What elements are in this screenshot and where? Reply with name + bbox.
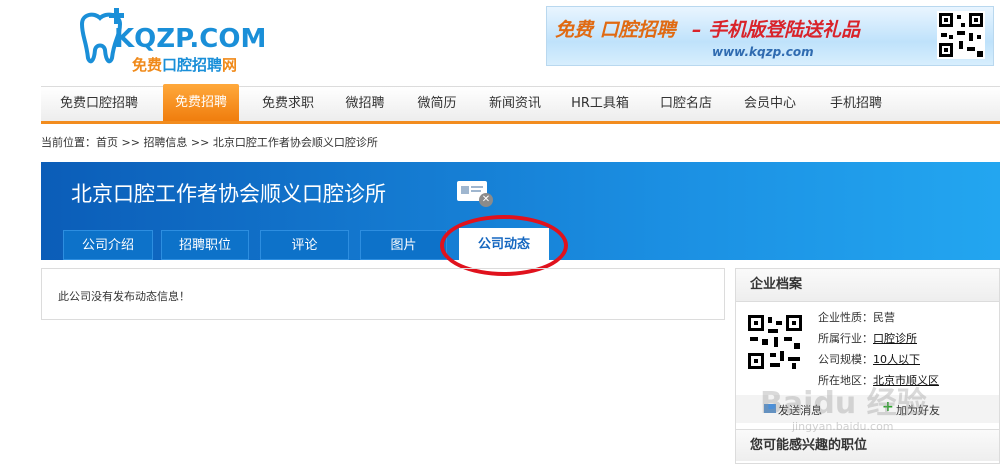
qr-code-icon <box>937 11 985 59</box>
nav-item-dental-stores[interactable]: 口腔名店 <box>649 87 723 121</box>
tab-job-positions[interactable]: 招聘职位 <box>161 230 249 260</box>
promo-banner[interactable]: 免费 口腔招聘 – 手机版登陆送礼品 www.kqzp.com <box>546 6 994 66</box>
breadcrumb: 当前位置：首页 >> 招聘信息 >> 北京口腔工作者协会顺义口腔诊所 <box>41 134 378 150</box>
company-name: 北京口腔工作者协会顺义口腔诊所 <box>71 182 386 206</box>
profile-row-size: 公司规模：10人以下 <box>818 349 939 370</box>
nav-item-free-recruit[interactable]: 免费招聘 <box>163 84 239 121</box>
row-value: 民营 <box>873 311 895 324</box>
industry-link[interactable]: 口腔诊所 <box>873 332 917 345</box>
nav-item-wechat-recruit[interactable]: 微招聘 <box>333 87 397 121</box>
main-nav: 免费口腔招聘 免费招聘 免费求职 微招聘 微简历 新闻资讯 HR工具箱 口腔名店… <box>41 84 1000 124</box>
baidu-watermark-url: jingyan.baidu.com <box>792 420 894 433</box>
site-logo[interactable]: KQZP.COM 免费口腔招聘网 <box>72 6 282 74</box>
nav-item-wechat-resume[interactable]: 微简历 <box>405 87 469 121</box>
breadcrumb-prefix: 当前位置： <box>41 136 96 149</box>
slogan-part-c: 网 <box>222 56 238 74</box>
banner-text-1: 免费 口腔招聘 <box>555 19 676 41</box>
breadcrumb-home-link[interactable]: 首页 <box>96 136 118 149</box>
nav-item-free-dental-recruit[interactable]: 免费口腔招聘 <box>53 87 145 121</box>
tab-photos[interactable]: 图片 <box>360 230 447 260</box>
row-label: 所属行业： <box>818 332 873 345</box>
related-jobs-title: 您可能感兴趣的职位 <box>736 429 999 461</box>
row-label: 企业性质： <box>818 311 873 324</box>
baidu-watermark: Baidu 经验 <box>760 386 927 421</box>
tab-company-intro[interactable]: 公司介绍 <box>63 230 153 260</box>
company-profile-panel: 企业档案 企业性质：民营 所属行业：口腔诊所 公司规模：10人以下 所在地区：北… <box>735 268 1000 464</box>
company-qr-code-icon <box>746 313 804 371</box>
close-icon: ✕ <box>479 193 493 207</box>
banner-url: www.kqzp.com <box>712 45 814 59</box>
empty-message: 此公司没有发布动态信息！ <box>58 290 190 303</box>
profile-row-industry: 所属行业：口腔诊所 <box>818 328 939 349</box>
business-card-icon[interactable]: ✕ <box>457 181 493 207</box>
nav-item-member-center[interactable]: 会员中心 <box>733 87 807 121</box>
logo-slogan: 免费口腔招聘网 <box>132 54 237 75</box>
breadcrumb-separator: >> <box>187 136 213 149</box>
size-link[interactable]: 10人以下 <box>873 353 920 366</box>
news-panel: 此公司没有发布动态信息！ <box>41 268 725 320</box>
highlight-circle <box>440 215 568 276</box>
row-label: 公司规模： <box>818 353 873 366</box>
nav-item-news[interactable]: 新闻资讯 <box>477 87 553 121</box>
breadcrumb-section-link[interactable]: 招聘信息 <box>143 136 187 149</box>
breadcrumb-current: 北京口腔工作者协会顺义口腔诊所 <box>212 136 378 149</box>
banner-text-2: – 手机版登陆送礼品 <box>692 19 861 41</box>
logo-brand: KQZP.COM <box>114 24 267 54</box>
profile-row-nature: 企业性质：民营 <box>818 307 939 328</box>
slogan-part-a: 免费 <box>132 56 163 74</box>
breadcrumb-separator: >> <box>118 136 144 149</box>
profile-title: 企业档案 <box>736 269 999 302</box>
tab-comments[interactable]: 评论 <box>260 230 349 260</box>
nav-item-free-job-search[interactable]: 免费求职 <box>253 87 323 121</box>
nav-item-mobile-recruit[interactable]: 手机招聘 <box>819 87 893 121</box>
nav-item-hr-tools[interactable]: HR工具箱 <box>563 87 637 121</box>
slogan-part-b: 口腔招聘 <box>162 56 223 74</box>
